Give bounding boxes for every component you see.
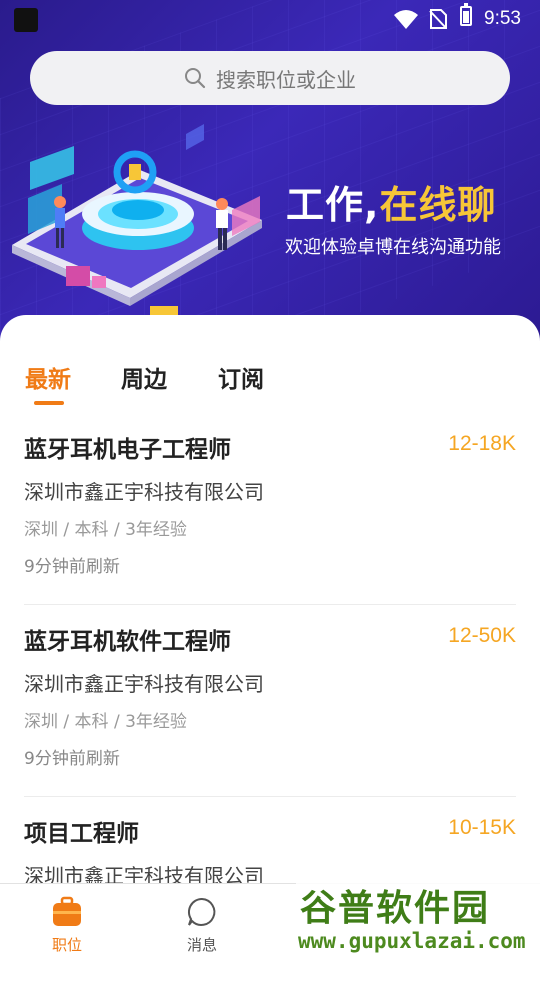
job-title: 蓝牙耳机电子工程师 [24,437,231,463]
status-bar: 9:53 [0,0,540,40]
site-watermark: 谷普软件园 www.gupuxlazai.com [296,875,540,960]
search-bar[interactable]: 搜索职位或企业 [30,51,510,105]
nav-item-messages[interactable]: 消息 [162,884,242,961]
job-company: 深圳市鑫正宇科技有限公司 [24,480,264,504]
tab-nearby[interactable]: 周边 [121,360,167,394]
nav-item-jobs[interactable]: 职位 [27,884,107,961]
job-item[interactable]: 蓝牙耳机软件工程师 12-50K 深圳市鑫正宇科技有限公司 深圳 / 本科 / … [24,604,516,797]
job-salary: 12-50K [448,624,516,647]
job-title: 项目工程师 [24,821,139,847]
nav-label-jobs: 职位 [51,936,82,954]
job-title: 蓝牙耳机软件工程师 [24,629,231,655]
nav-label-messages: 消息 [186,936,217,954]
job-requirements: 深圳 / 本科 / 3年经验 [24,712,187,732]
job-refresh-time: 9分钟前刷新 [24,749,120,769]
job-refresh-time: 9分钟前刷新 [24,557,120,577]
tab-bar: 最新 周边 订阅 [0,315,540,405]
chat-bubble-icon [187,897,216,926]
status-time: 9:53 [484,8,521,29]
no-sim-icon [429,9,447,29]
watermark-url: www.gupuxlazai.com [298,929,526,953]
hero-title-accent: 在线聊 [379,183,497,227]
job-company: 深圳市鑫正宇科技有限公司 [24,672,264,696]
hero-title: 工作,在线聊 [286,174,496,229]
job-list-card: 最新 周边 订阅 蓝牙耳机电子工程师 12-18K 深圳市鑫正宇科技有限公司 深… [0,315,540,960]
active-tab-indicator [34,401,64,405]
job-salary: 12-18K [448,432,516,455]
battery-icon [460,3,472,26]
search-icon [185,68,206,89]
app-notification-icon [14,8,38,32]
job-item[interactable]: 蓝牙耳机电子工程师 12-18K 深圳市鑫正宇科技有限公司 深圳 / 本科 / … [24,412,516,605]
job-salary: 10-15K [448,816,516,839]
wifi-icon [394,10,418,29]
tab-latest[interactable]: 最新 [25,360,71,394]
hero-illustration [12,124,262,316]
hero-title-part1: 工作, [286,183,380,227]
search-placeholder: 搜索职位或企业 [216,67,356,92]
watermark-title: 谷普软件园 [300,888,491,929]
hero-subtitle: 欢迎体验卓博在线沟通功能 [285,237,501,258]
briefcase-icon [53,896,81,926]
job-requirements: 深圳 / 本科 / 3年经验 [24,520,187,540]
tab-subscribed[interactable]: 订阅 [218,360,264,394]
